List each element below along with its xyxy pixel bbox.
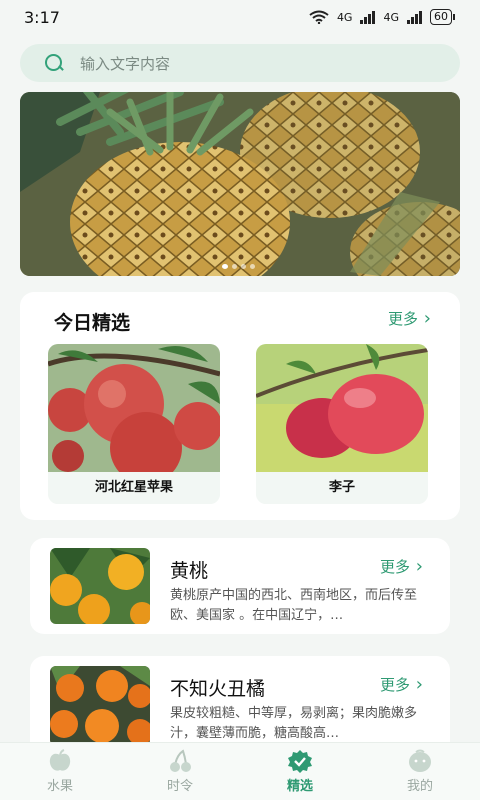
pick-item-apple[interactable]: 河北红星苹果	[48, 344, 220, 504]
status-time: 3:17	[24, 7, 60, 27]
fruit-name: 黄桃	[170, 560, 209, 582]
fruit-thumb-yellow-peach	[50, 548, 150, 624]
today-picks-card: 今日精选 更多 河北红星苹果	[20, 292, 460, 520]
bottom-tab-bar: 水果 时令 精选 我的	[0, 742, 480, 800]
search-bar[interactable]: 输入文字内容	[20, 44, 460, 82]
status-bar: 3:17 4G 4G 60	[0, 0, 480, 34]
today-picks-title: 今日精选	[54, 312, 131, 334]
plum-image	[256, 344, 428, 472]
today-more-link[interactable]: 更多	[388, 308, 431, 329]
search-placeholder: 输入文字内容	[80, 54, 171, 73]
tab-label: 精选	[286, 779, 313, 794]
status-icons: 4G 4G 60	[309, 9, 455, 25]
banner-carousel[interactable]	[20, 92, 460, 276]
pick-label-apple: 河北红星苹果	[48, 472, 220, 504]
fruit-icon	[49, 749, 71, 771]
fruit-description: 黄桃原产中国的西北、西南地区，而后传至欧、美国家 。在中国辽宁，…	[170, 588, 418, 623]
fruit-more-link[interactable]: 更多	[380, 556, 423, 577]
tab-label: 时令	[166, 779, 193, 794]
search-icon	[44, 53, 64, 73]
tab-season[interactable]: 时令	[140, 749, 220, 794]
pineapple-image	[20, 92, 460, 276]
signal-icon	[360, 10, 376, 24]
network-label-2: 4G	[383, 10, 399, 24]
tab-label: 水果	[46, 779, 73, 794]
pick-item-plum[interactable]: 李子	[256, 344, 428, 504]
badge-check-icon	[288, 750, 312, 773]
tab-label: 我的	[406, 779, 433, 794]
signal-icon-2	[407, 10, 422, 24]
fruit-card-yellow-peach[interactable]: 黄桃 更多 黄桃原产中国的西北、西南地区，而后传至欧、美国家 。在中国辽宁，…	[30, 538, 450, 634]
pick-label-plum: 李子	[256, 472, 428, 504]
fruit-name: 不知火丑橘	[170, 678, 266, 700]
wifi-icon	[309, 10, 329, 24]
tab-mine[interactable]: 我的	[380, 749, 460, 794]
cherry-icon	[170, 749, 191, 772]
fruit-description: 果皮较粗糙、中等厚，易剥离；果肉脆嫩多汁，囊壁薄而脆，糖高酸高…	[170, 706, 418, 741]
fruit-thumb-dekopon	[50, 666, 150, 746]
apple-image	[48, 344, 220, 472]
tab-featured[interactable]: 精选	[260, 749, 340, 794]
network-label-1: 4G	[336, 10, 353, 24]
profile-icon	[409, 749, 431, 772]
battery-icon: 60	[430, 9, 455, 25]
fruit-more-link[interactable]: 更多	[380, 674, 423, 695]
fruit-card-dekopon[interactable]: 不知火丑橘 更多 果皮较粗糙、中等厚，易剥离；果肉脆嫩多汁，囊壁薄而脆，糖高酸高…	[30, 656, 450, 756]
carousel-indicator	[222, 264, 255, 269]
tab-fruit[interactable]: 水果	[20, 749, 100, 794]
